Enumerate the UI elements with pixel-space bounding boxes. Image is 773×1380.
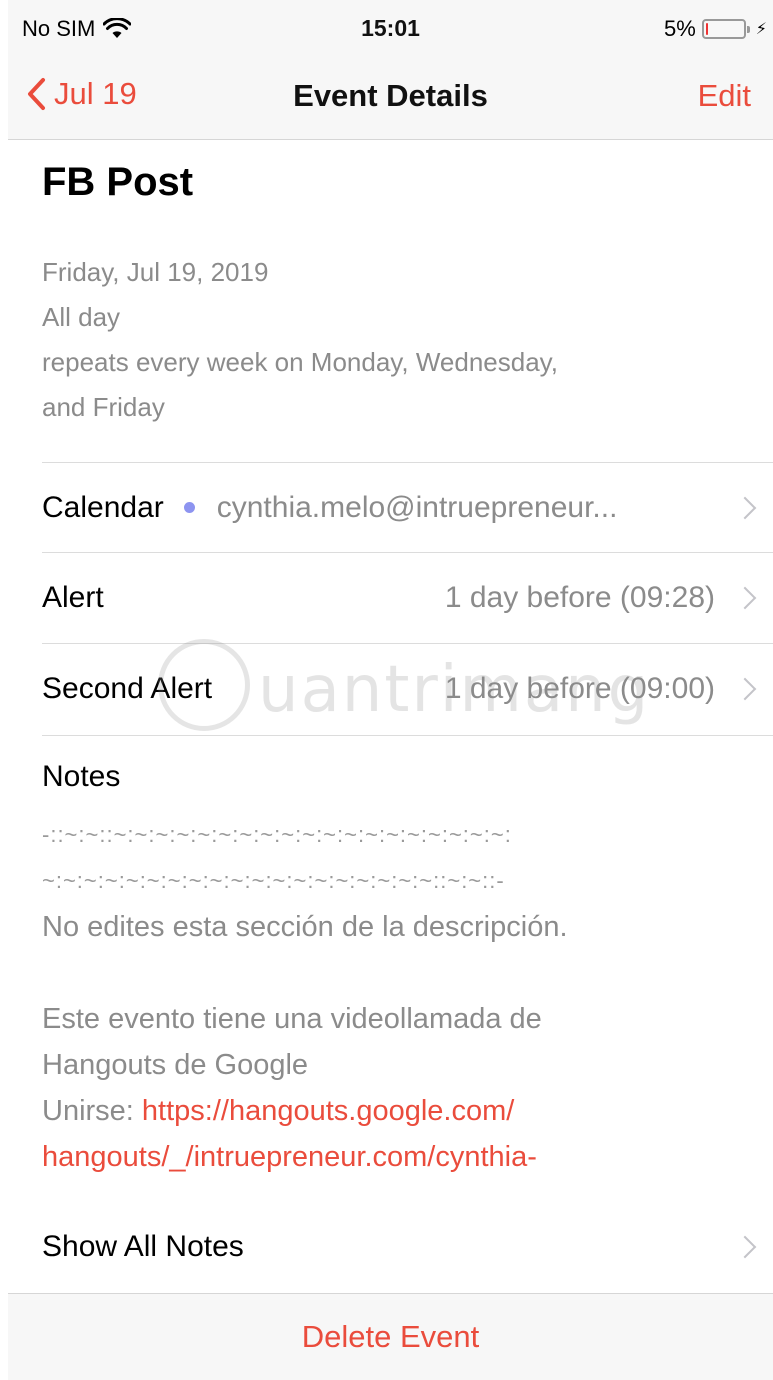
alert-value: 1 day before (09:28) — [444, 580, 715, 614]
battery-percent: 5% — [663, 16, 696, 41]
alert-row[interactable]: Alert 1 day before (09:28) — [42, 552, 773, 642]
event-repeat-line-1: repeats every week on Monday, Wednesday, — [42, 347, 558, 377]
chevron-right-icon — [733, 1235, 757, 1259]
back-button[interactable]: Jul 19 — [26, 76, 137, 112]
calendar-value: cynthia.melo@intruepreneur... — [216, 490, 618, 524]
notes-separator-1: -::~:~::~:~:~:~:~:~:~:~:~:~:~:~:~:~:~:~:… — [42, 822, 512, 847]
hangouts-link-continued[interactable]: hangouts/_/intruepreneur.com/cynthia- — [42, 1134, 732, 1180]
notes-line-3: Hangouts de Google — [42, 1049, 309, 1081]
back-label: Jul 19 — [54, 76, 137, 111]
chevron-left-icon — [28, 78, 45, 110]
join-label: Unirse: — [42, 1095, 142, 1127]
calendar-label: Calendar — [42, 490, 164, 524]
notes-separator-2: ~:~:~:~:~:~:~:~:~:~:~:~:~:~:~:~:~:~:~::~… — [42, 868, 505, 893]
notes-join-line: Unirse: https://hangouts.google.com/ — [42, 1088, 732, 1134]
chevron-right-icon — [733, 586, 757, 609]
event-meta: Friday, Jul 19, 2019 All day repeats eve… — [42, 250, 732, 430]
navigation-bar: Jul 19 Event Details Edit — [8, 58, 773, 140]
chevron-right-icon — [733, 496, 757, 519]
chevron-right-icon — [733, 677, 757, 700]
status-bar: No SIM 15:01 5% ⚡ — [8, 0, 773, 58]
delete-event-label: Delete Event — [301, 1319, 480, 1354]
second-alert-label: Second Alert — [42, 671, 213, 705]
event-repeat-line-2: and Friday — [42, 392, 165, 422]
alert-label: Alert — [42, 580, 104, 614]
notes-body: -::~:~::~:~:~:~:~:~:~:~:~:~:~:~:~:~:~:~:… — [42, 812, 732, 1180]
calendar-color-dot — [183, 502, 195, 513]
notes-section: Notes -::~:~::~:~:~:~:~:~:~:~:~:~:~:~:~:… — [42, 735, 773, 1180]
notes-spacer — [42, 950, 732, 996]
second-alert-row[interactable]: Second Alert 1 day before (09:00) — [42, 643, 773, 733]
notes-line-2: Este evento tiene una videollamada de — [42, 1003, 542, 1035]
battery-level — [705, 23, 708, 35]
show-all-notes-row[interactable]: Show All Notes — [42, 1202, 773, 1292]
app-screen: No SIM 15:01 5% ⚡ Jul 19 Event Details E… — [8, 0, 773, 1380]
notes-line-1: No edites esta sección de la descripción… — [42, 911, 568, 943]
event-time: All day — [42, 302, 121, 332]
edit-button[interactable]: Edit — [698, 78, 751, 114]
status-time: 15:01 — [361, 15, 420, 41]
delete-event-button[interactable]: Delete Event — [8, 1293, 773, 1380]
status-right: 5% ⚡ — [664, 16, 767, 42]
second-alert-value: 1 day before (09:00) — [444, 671, 715, 705]
battery-icon — [701, 19, 750, 39]
event-title: FB Post — [42, 160, 194, 204]
show-all-notes-label: Show All Notes — [42, 1230, 244, 1263]
event-date: Friday, Jul 19, 2019 — [42, 257, 269, 287]
calendar-row[interactable]: Calendar cynthia.melo@intruepreneur... — [42, 462, 773, 552]
charging-icon: ⚡ — [755, 21, 767, 38]
hangouts-link[interactable]: https://hangouts.google.com/ — [142, 1095, 514, 1127]
notes-label: Notes — [42, 760, 121, 793]
